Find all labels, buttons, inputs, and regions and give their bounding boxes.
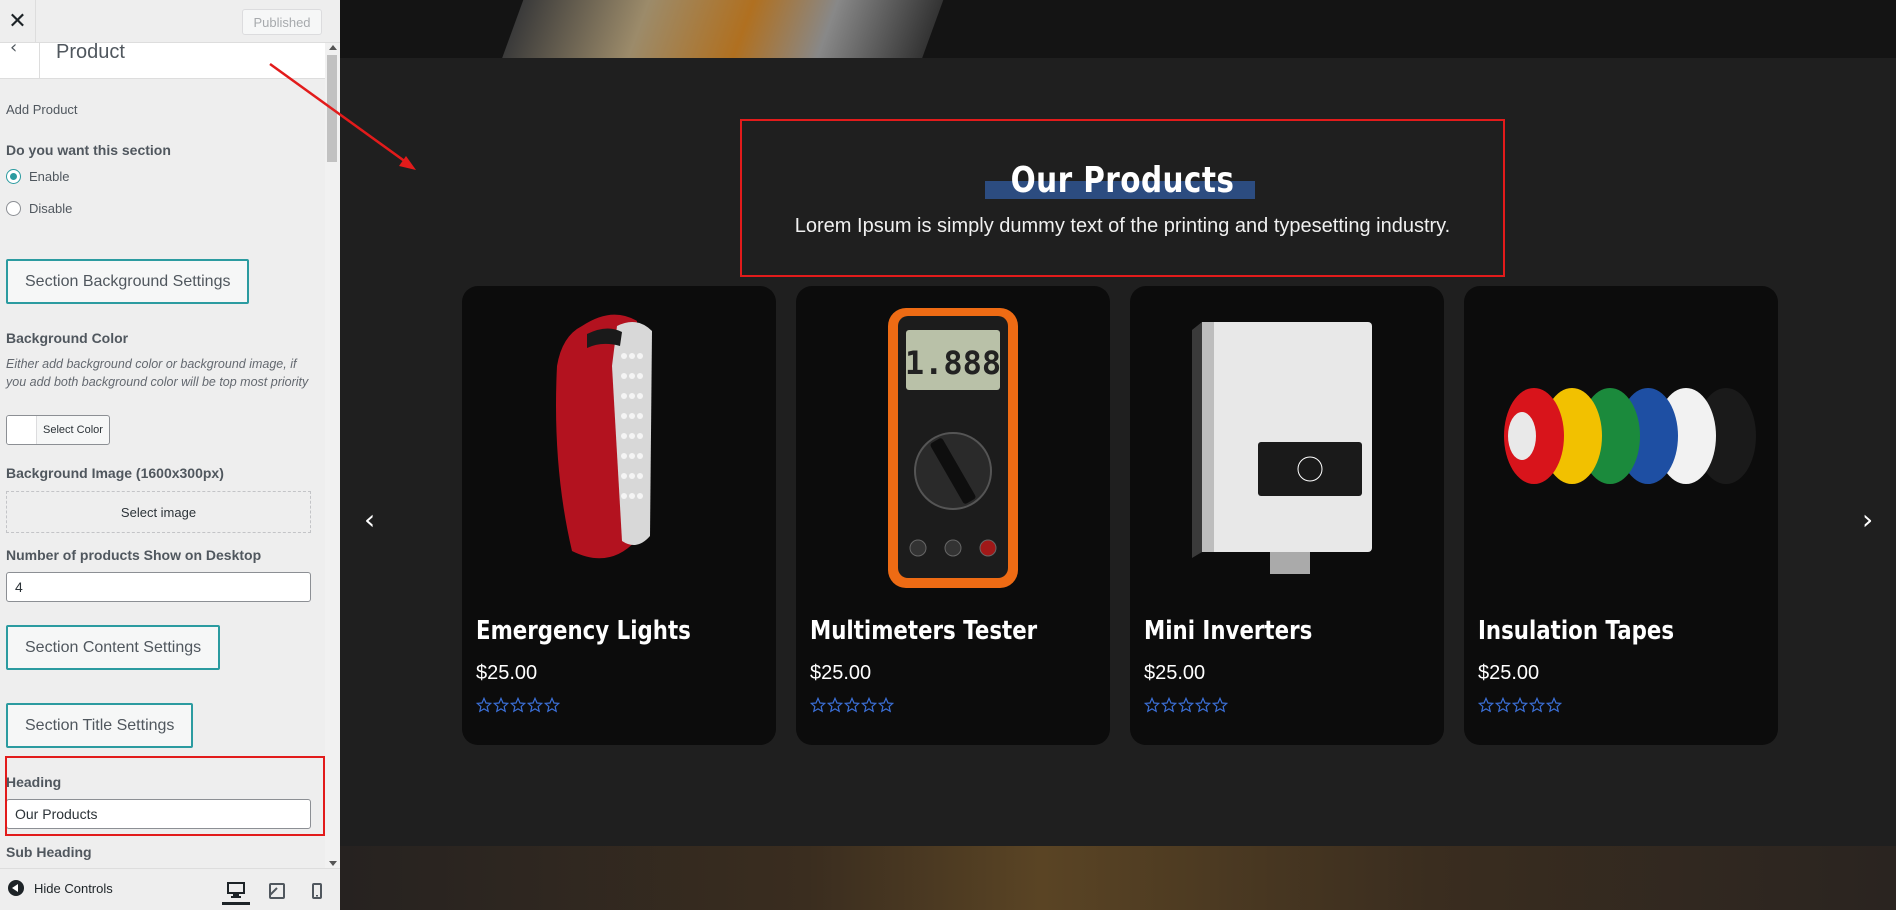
collapse-icon: [8, 880, 24, 896]
hide-controls-button[interactable]: Hide Controls: [8, 880, 113, 896]
star-icon: [510, 697, 526, 713]
star-icon: [476, 697, 492, 713]
customizer-footer: Hide Controls: [0, 868, 340, 910]
product-price: $25.00: [1478, 662, 1540, 684]
star-icon: [1212, 697, 1228, 713]
color-swatch: [7, 416, 37, 444]
rating-stars: [810, 697, 894, 713]
product-name[interactable]: Insulation Tapes: [1478, 616, 1674, 646]
select-color-button[interactable]: Select Color: [6, 415, 110, 445]
chevron-right-icon[interactable]: ›: [1862, 506, 1882, 534]
section-toggle-label: Do you want this section: [6, 142, 171, 158]
chevron-left-icon: ‹: [10, 43, 18, 58]
insulation-tapes-image[interactable]: [1464, 286, 1778, 606]
radio-disable-input[interactable]: [6, 201, 21, 216]
select-color-label: Select Color: [43, 424, 103, 436]
star-icon: [1529, 697, 1545, 713]
star-icon: [1512, 697, 1528, 713]
section-subtitle: Lorem Ipsum is simply dummy text of the …: [794, 215, 1451, 237]
mobile-preview-icon[interactable]: [303, 877, 331, 905]
customizer-header: ✕ Published: [0, 0, 340, 43]
num-products-input[interactable]: 4: [6, 572, 311, 602]
section-title-settings-button[interactable]: Section Title Settings: [6, 703, 194, 748]
star-icon: [844, 697, 860, 713]
radio-enable[interactable]: Enable: [6, 169, 69, 184]
site-preview: Our Products Lorem Ipsum is simply dummy…: [340, 0, 1896, 910]
star-icon: [878, 697, 894, 713]
product-card[interactable]: Emergency Lights $25.00: [462, 286, 776, 745]
product-name[interactable]: Mini Inverters: [1144, 616, 1312, 646]
background-image-label: Background Image (1600x300px): [6, 465, 224, 481]
star-icon: [810, 697, 826, 713]
mini-inverter-image[interactable]: [1130, 286, 1444, 606]
heading-label: Heading: [6, 774, 62, 790]
rating-stars: [1144, 697, 1228, 713]
select-image-button[interactable]: Select image: [6, 491, 311, 533]
multimeter-image[interactable]: 1.888: [796, 286, 1110, 606]
next-section-banner: [340, 846, 1896, 910]
background-color-description: Either add background color or backgroun…: [6, 357, 309, 389]
section-background-settings-button[interactable]: Section Background Settings: [6, 259, 250, 304]
sub-heading-label: Sub Heading: [6, 844, 92, 860]
tablet-preview-icon[interactable]: [263, 877, 291, 905]
radio-disable-label: Disable: [29, 201, 73, 216]
star-icon: [827, 697, 843, 713]
star-icon: [1478, 697, 1494, 713]
rating-stars: [476, 697, 560, 713]
radio-enable-label: Enable: [29, 169, 70, 184]
emergency-light-image[interactable]: [462, 286, 776, 606]
product-price: $25.00: [1144, 662, 1206, 684]
hero-banner-top: [340, 0, 1896, 58]
sidebar-content: Add Product Do you want this section Ena…: [0, 80, 325, 868]
product-card[interactable]: 1.888 Multimeters Tester $25.00: [796, 286, 1110, 745]
background-color-label: Background Color: [6, 330, 129, 346]
svg-text:1.888: 1.888: [905, 344, 1001, 382]
star-icon: [493, 697, 509, 713]
panel-header: ‹ Product: [0, 43, 325, 79]
star-icon: [861, 697, 877, 713]
add-product-text: Add Product: [6, 102, 78, 117]
hero-image-fragment: [502, 0, 958, 58]
panel-title: Product: [56, 43, 125, 63]
star-icon: [1495, 697, 1511, 713]
desktop-preview-icon[interactable]: [222, 877, 250, 905]
chevron-left-icon[interactable]: ‹: [364, 506, 384, 534]
num-products-label: Number of products Show on Desktop: [6, 547, 262, 563]
star-icon: [544, 697, 560, 713]
star-icon: [1195, 697, 1211, 713]
section-content-settings-button[interactable]: Section Content Settings: [6, 625, 221, 670]
customizer-sidebar: ✕ Published ‹ Product Add Product Do you…: [0, 0, 340, 910]
published-button[interactable]: Published: [242, 9, 322, 35]
rating-stars: [1478, 697, 1562, 713]
product-price: $25.00: [476, 662, 538, 684]
heading-input[interactable]: Our Products: [6, 799, 311, 829]
close-icon[interactable]: ✕: [0, 0, 36, 43]
star-icon: [1178, 697, 1194, 713]
star-icon: [527, 697, 543, 713]
section-title: Our Products: [1010, 160, 1235, 201]
star-icon: [1161, 697, 1177, 713]
product-price: $25.00: [810, 662, 872, 684]
scroll-thumb[interactable]: [327, 55, 337, 162]
scroll-up-icon[interactable]: [329, 45, 337, 50]
back-button[interactable]: ‹: [0, 43, 40, 78]
radio-disable[interactable]: Disable: [6, 201, 72, 216]
star-icon: [1546, 697, 1562, 713]
hide-controls-label: Hide Controls: [34, 880, 113, 896]
scroll-down-icon[interactable]: [329, 861, 337, 866]
sidebar-scrollbar[interactable]: [325, 43, 340, 868]
product-card[interactable]: Insulation Tapes $25.00: [1464, 286, 1778, 745]
star-icon: [1144, 697, 1160, 713]
product-name[interactable]: Multimeters Tester: [810, 616, 1037, 646]
product-name[interactable]: Emergency Lights: [476, 616, 691, 646]
radio-enable-input[interactable]: [6, 169, 21, 184]
product-card[interactable]: Mini Inverters $25.00: [1130, 286, 1444, 745]
